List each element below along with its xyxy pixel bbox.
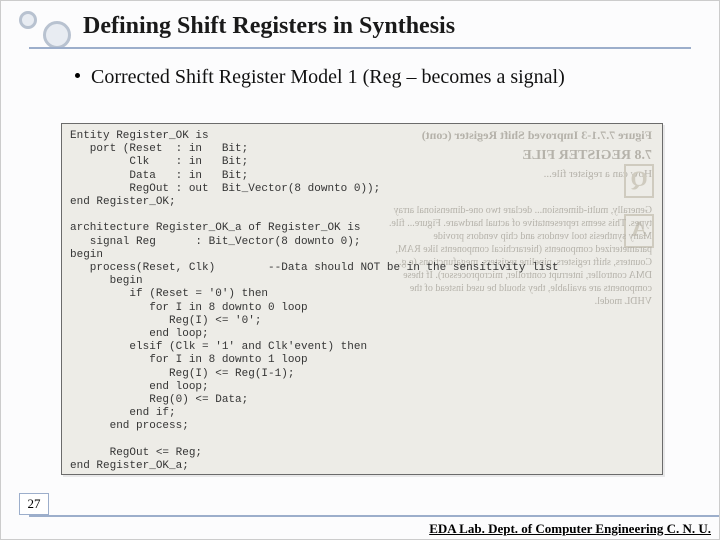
footer-rule xyxy=(29,515,719,517)
vhdl-code-block: Entity Register_OK is port (Reset : in B… xyxy=(62,124,662,475)
slide-corner-decoration xyxy=(9,11,71,51)
code-screenshot: Figure 7.7.1-3 Improved Shift Register (… xyxy=(61,123,663,475)
title-underline xyxy=(29,47,691,49)
footer-text: EDA Lab. Dept. of Computer Engineering C… xyxy=(429,521,711,537)
bullet-item: Corrected Shift Register Model 1 (Reg – … xyxy=(91,65,679,90)
bullet-dot-icon xyxy=(75,73,80,78)
page-number: 27 xyxy=(19,493,49,515)
slide-title: Defining Shift Registers in Synthesis xyxy=(83,13,455,40)
bullet-text: Corrected Shift Register Model 1 (Reg – … xyxy=(91,66,565,88)
